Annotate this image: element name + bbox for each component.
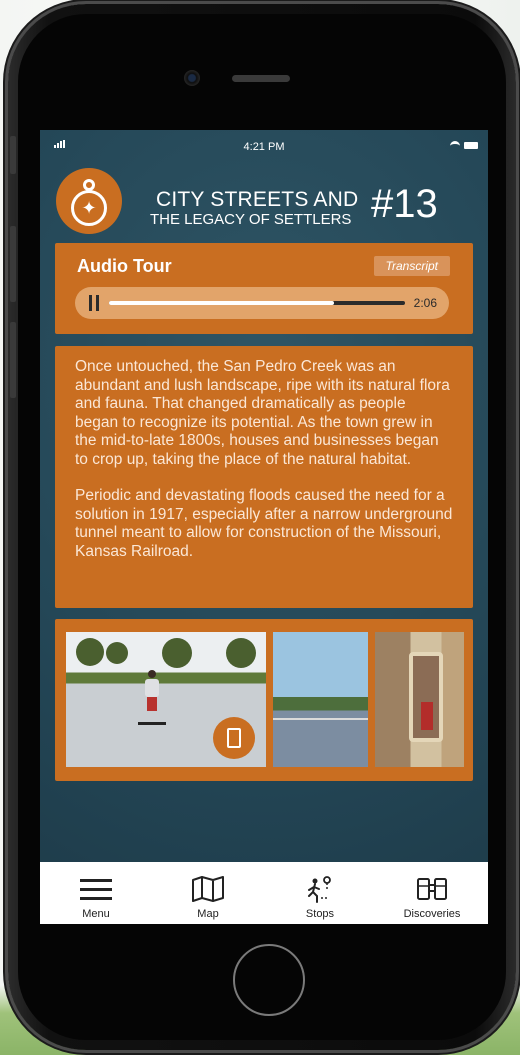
status-time: 4:21 PM [243, 141, 285, 153]
creek-photo[interactable] [273, 632, 368, 767]
audio-progress-track[interactable] [109, 301, 405, 305]
stop-number: #13 [371, 182, 438, 226]
tab-discoveries-label: Discoveries [403, 908, 461, 920]
transcript-button[interactable]: Transcript [373, 256, 450, 276]
device-mockup-stage: 4:21 PM ✦ CITY STREETS AND THE LEGACY OF… [0, 0, 520, 1055]
audio-progress-fill [109, 301, 334, 305]
mute-switch [10, 136, 16, 174]
pause-icon[interactable] [89, 295, 101, 311]
tab-map[interactable]: Map [152, 862, 264, 924]
tab-map-label: Map [197, 908, 219, 920]
tab-stops[interactable]: Stops [264, 862, 376, 924]
wifi-icon [450, 141, 460, 148]
earpiece-speaker [232, 75, 290, 82]
tab-menu-label: Menu [82, 908, 110, 920]
volume-down-button [10, 322, 16, 398]
tab-discoveries[interactable]: Discoveries [376, 862, 488, 924]
walking-route-icon [308, 876, 331, 903]
home-button[interactable] [233, 944, 305, 1016]
audio-duration: 2:06 [413, 296, 437, 310]
volume-up-button [10, 226, 16, 302]
monument-photo[interactable] [375, 632, 464, 767]
skatepark-photo[interactable] [66, 632, 266, 767]
stop-header: ✦ CITY STREETS AND THE LEGACY OF SETTLER… [40, 166, 488, 236]
app-screen: 4:21 PM ✦ CITY STREETS AND THE LEGACY OF… [40, 130, 488, 924]
audio-tour-title: Audio Tour [77, 256, 172, 276]
story-paragraph: Periodic and devastating floods caused t… [75, 487, 453, 560]
binoculars-icon [417, 878, 447, 900]
ar-view-icon[interactable] [213, 717, 255, 759]
story-text-panel: Once untouched, the San Pedro Creek was … [55, 346, 473, 608]
stop-title-line2: THE LEGACY OF SETTLERS [150, 211, 352, 228]
audio-player: 2:06 [75, 287, 449, 319]
stop-title-line1: CITY STREETS AND [156, 188, 359, 211]
photo-gallery [55, 619, 473, 781]
battery-icon [464, 142, 478, 149]
skater-figure [138, 670, 166, 726]
hamburger-icon [80, 879, 112, 900]
front-camera [184, 70, 200, 86]
bottom-tab-bar: Menu Map Stops Discoveries [40, 862, 488, 924]
tab-stops-label: Stops [305, 908, 335, 920]
status-bar: 4:21 PM [40, 130, 488, 160]
story-paragraph: Once untouched, the San Pedro Creek was … [75, 358, 450, 468]
compass-icon[interactable]: ✦ [56, 168, 122, 234]
tab-menu[interactable]: Menu [40, 862, 152, 924]
map-icon [192, 876, 224, 902]
audio-tour-panel: Audio Tour Transcript 2:06 [55, 243, 473, 334]
